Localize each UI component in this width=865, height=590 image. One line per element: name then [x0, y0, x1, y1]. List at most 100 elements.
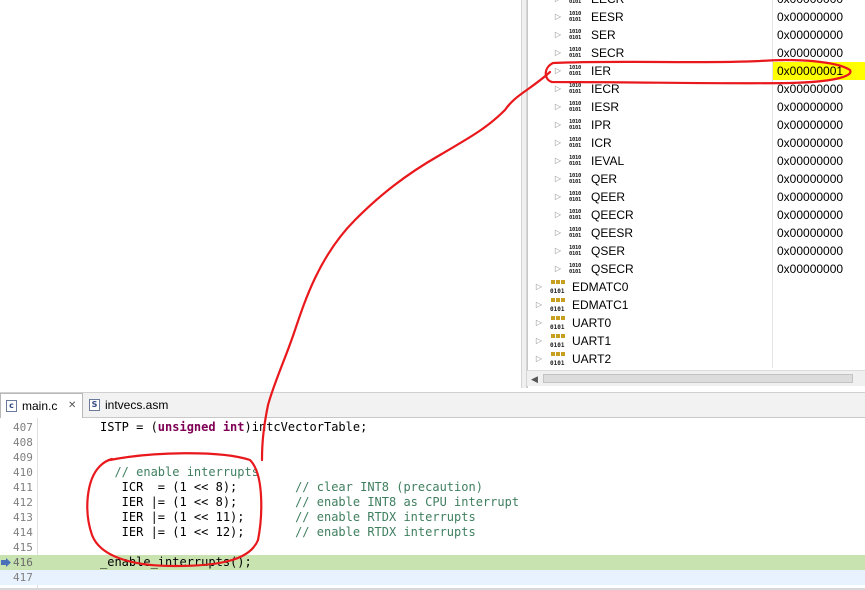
register-row[interactable]: ▷ 1010 0101 IECR 0x00000000 — [528, 80, 865, 98]
expand-arrow-icon[interactable]: ▷ — [553, 170, 563, 188]
expand-arrow-icon[interactable]: ▷ — [553, 260, 563, 278]
code-token: IER |= (1 << 12); — [100, 525, 296, 539]
register-value[interactable]: 0x00000000 — [773, 26, 865, 44]
code-text: ISTP = (unsigned int)intcVectorTable; — [100, 420, 367, 435]
register-row[interactable]: ▷ 1010 0101 IEVAL 0x00000000 — [528, 152, 865, 170]
code-line[interactable]: 413 IER |= (1 << 11); // enable RTDX int… — [0, 510, 865, 525]
register-value[interactable]: 0x00000000 — [773, 170, 865, 188]
register-row[interactable]: ▷ 10100101 EECR 0x00000000 — [528, 0, 865, 8]
register-row[interactable]: ▷ 1010 0101 QSECR 0x00000000 — [528, 260, 865, 278]
horizontal-scrollbar[interactable]: ◀ — [527, 370, 865, 386]
scroll-left-arrow-icon[interactable]: ◀ — [531, 371, 538, 387]
expand-arrow-icon[interactable]: ▷ — [553, 62, 563, 80]
current-execution-line[interactable]: 416 _enable_interrupts(); — [0, 555, 865, 570]
svg-text:0101: 0101 — [550, 342, 565, 348]
register-value[interactable] — [773, 296, 865, 314]
register-row[interactable]: ▷ 1010 0101 IER 0x00000001 — [528, 62, 865, 80]
code-editor[interactable]: 407 ISTP = (unsigned int)intcVectorTable;… — [0, 418, 865, 590]
code-line[interactable]: 407 ISTP = (unsigned int)intcVectorTable; — [0, 420, 865, 435]
register-value[interactable]: 0x00000000 — [773, 224, 865, 242]
expand-arrow-icon[interactable]: ▷ — [553, 80, 563, 98]
register-value[interactable]: 0x00000000 — [773, 152, 865, 170]
tab-main-c[interactable]: c main.c ✕ — [0, 393, 83, 418]
register-value[interactable]: 0x00000000 — [773, 98, 865, 116]
register-name-cell: ▷ 1010 0101 SECR — [528, 44, 773, 62]
expand-arrow-icon[interactable]: ▷ — [553, 224, 563, 242]
register-row[interactable]: ▷ 1010 0101 SER 0x00000000 — [528, 26, 865, 44]
expand-arrow-icon[interactable]: ▷ — [553, 0, 563, 8]
register-name: IPR — [591, 118, 612, 132]
register-row[interactable]: ▷ 1010 0101 EESR 0x00000000 — [528, 8, 865, 26]
code-line[interactable]: 414 IER |= (1 << 12); // enable RTDX int… — [0, 525, 865, 540]
register-value[interactable]: 0x00000001 — [773, 62, 865, 80]
expand-arrow-icon[interactable]: ▷ — [553, 152, 563, 170]
code-line[interactable]: 410 // enable interrupts — [0, 465, 865, 480]
code-token: IER |= (1 << 8); — [100, 495, 296, 509]
register-value[interactable]: 0x00000000 — [773, 44, 865, 62]
register-name: QSECR — [591, 262, 634, 276]
expand-arrow-icon[interactable]: ▷ — [553, 242, 563, 260]
expand-arrow-icon[interactable]: ▷ — [534, 278, 544, 296]
code-line[interactable]: 417 — [0, 570, 865, 585]
register-row[interactable]: ▷ 1010 0101 QER 0x00000000 — [528, 170, 865, 188]
expand-arrow-icon[interactable]: ▷ — [553, 116, 563, 134]
line-number: 407 — [13, 421, 33, 434]
register-value[interactable]: 0x00000000 — [773, 116, 865, 134]
register-value[interactable]: 0x00000000 — [773, 80, 865, 98]
code-line[interactable]: 409 — [0, 450, 865, 465]
empty-view-pane — [0, 0, 521, 388]
register-name-cell: ▷ 1010 0101 QSER — [528, 242, 773, 260]
register-value[interactable]: 0x00000000 — [773, 188, 865, 206]
register-row[interactable]: ▷ 1010 0101 QEECR 0x00000000 — [528, 206, 865, 224]
register-row[interactable]: ▷ 1010 0101 IESR 0x00000000 — [528, 98, 865, 116]
expand-arrow-icon[interactable]: ▷ — [534, 296, 544, 314]
register-binary-icon: 10100101 — [569, 119, 582, 131]
register-row[interactable]: ▷ 0101 UART2 — [528, 350, 865, 368]
svg-text:0101: 0101 — [550, 306, 565, 312]
register-value[interactable]: 0x00000000 — [773, 242, 865, 260]
register-row[interactable]: ▷ 1010 0101 IPR 0x00000000 — [528, 116, 865, 134]
close-tab-icon[interactable]: ✕ — [68, 394, 76, 418]
register-value[interactable]: 0x00000000 — [773, 8, 865, 26]
code-line[interactable]: 412 IER |= (1 << 8); // enable INT8 as C… — [0, 495, 865, 510]
expand-arrow-icon[interactable]: ▷ — [553, 44, 563, 62]
register-row[interactable]: ▷ 0101 EDMATC1 — [528, 296, 865, 314]
register-name-cell: ▷ 1010 0101 ICR — [528, 134, 773, 152]
register-row[interactable]: ▷ 0101 UART0 — [528, 314, 865, 332]
expand-arrow-icon[interactable]: ▷ — [534, 314, 544, 332]
register-row[interactable]: ▷ 1010 0101 QEESR 0x00000000 — [528, 224, 865, 242]
keyword-token: unsigned — [157, 420, 216, 434]
expand-arrow-icon[interactable]: ▷ — [553, 8, 563, 26]
register-row[interactable]: ▷ 1010 0101 QEER 0x00000000 — [528, 188, 865, 206]
register-row[interactable]: ▷ 0101 UART1 — [528, 332, 865, 350]
code-line[interactable]: 411 ICR = (1 << 8); // clear INT8 (preca… — [0, 480, 865, 495]
tab-label: intvecs.asm — [105, 398, 169, 412]
editor-tab-bar: c main.c ✕ Sintvecs.asm — [0, 392, 865, 418]
register-value[interactable] — [773, 314, 865, 332]
code-line[interactable]: 415 — [0, 540, 865, 555]
expand-arrow-icon[interactable]: ▷ — [553, 134, 563, 152]
register-value[interactable] — [773, 332, 865, 350]
expand-arrow-icon[interactable]: ▷ — [553, 26, 563, 44]
register-group-icon: 0101 — [550, 352, 565, 366]
register-value[interactable]: 0x00000000 — [773, 134, 865, 152]
register-row[interactable]: ▷ 1010 0101 ICR 0x00000000 — [528, 134, 865, 152]
expand-arrow-icon[interactable]: ▷ — [553, 188, 563, 206]
register-row[interactable]: ▷ 1010 0101 SECR 0x00000000 — [528, 44, 865, 62]
register-row[interactable]: ▷ 0101 EDMATC0 — [528, 278, 865, 296]
expand-arrow-icon[interactable]: ▷ — [534, 332, 544, 350]
register-value[interactable]: 0x00000000 — [773, 260, 865, 278]
line-number: 415 — [13, 541, 33, 554]
tab-intvecs-asm[interactable]: Sintvecs.asm — [84, 393, 196, 418]
register-name-cell: ▷ 1010 0101 EESR — [528, 8, 773, 26]
register-value[interactable] — [773, 278, 865, 296]
register-row[interactable]: ▷ 1010 0101 QSER 0x00000000 — [528, 242, 865, 260]
expand-arrow-icon[interactable]: ▷ — [534, 350, 544, 368]
code-line[interactable]: 408 — [0, 435, 865, 450]
expand-arrow-icon[interactable]: ▷ — [553, 98, 563, 116]
scrollbar-thumb[interactable] — [543, 374, 853, 383]
expand-arrow-icon[interactable]: ▷ — [553, 206, 563, 224]
register-value[interactable] — [773, 350, 865, 368]
register-value[interactable]: 0x00000000 — [773, 0, 865, 8]
register-value[interactable]: 0x00000000 — [773, 206, 865, 224]
